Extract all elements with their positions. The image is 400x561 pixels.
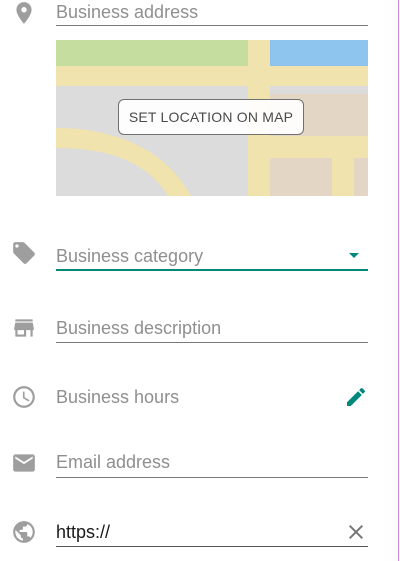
location-pin-icon — [11, 0, 37, 26]
business-address-input[interactable]: Business address — [56, 2, 198, 23]
clock-icon — [11, 384, 37, 410]
business-category-underline — [56, 269, 368, 271]
map-preview[interactable]: SET LOCATION ON MAP — [56, 40, 368, 196]
business-address-underline — [56, 25, 368, 26]
mail-icon — [11, 450, 37, 476]
edit-pencil-icon[interactable] — [344, 385, 368, 409]
globe-icon — [11, 519, 37, 545]
business-description-underline — [56, 342, 368, 343]
website-input[interactable]: https:// — [56, 522, 110, 543]
business-category-select[interactable]: Business category — [56, 246, 203, 267]
email-address-input[interactable]: Email address — [56, 452, 170, 473]
dropdown-arrow-icon[interactable] — [342, 243, 366, 267]
tag-icon — [11, 240, 37, 266]
business-description-input[interactable]: Business description — [56, 318, 221, 339]
right-edge-divider — [398, 0, 399, 561]
business-hours-label[interactable]: Business hours — [56, 387, 179, 408]
email-address-underline — [56, 477, 368, 478]
set-location-on-map-button[interactable]: SET LOCATION ON MAP — [118, 99, 304, 135]
website-underline — [56, 546, 368, 547]
storefront-icon — [11, 315, 37, 341]
clear-close-icon[interactable] — [344, 520, 368, 544]
business-profile-form: Business address SET LOCATION ON MAP Bus… — [0, 0, 400, 561]
